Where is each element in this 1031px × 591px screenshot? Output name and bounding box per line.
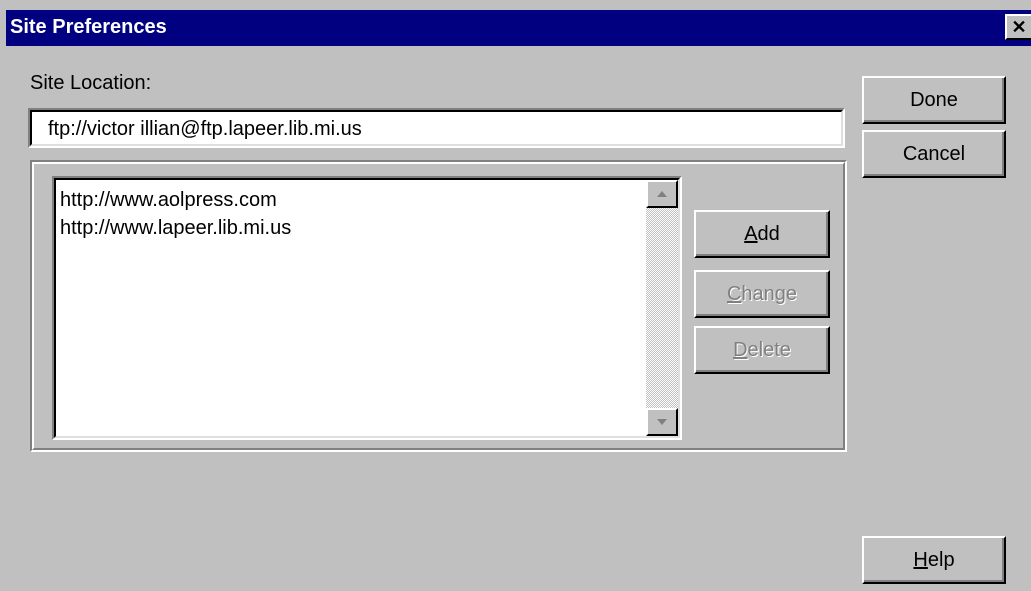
cancel-button[interactable]: Cancel (862, 130, 1006, 178)
delete-button[interactable]: Delete (694, 326, 830, 374)
done-label: Done (910, 88, 958, 111)
add-mnemonic: A (744, 222, 758, 245)
scroll-down-button[interactable] (646, 408, 678, 436)
site-location-input[interactable]: ftp://victor illian@ftp.lapeer.lib.mi.us (28, 108, 845, 148)
list-item[interactable]: http://www.aolpress.com (60, 186, 291, 214)
vertical-scrollbar[interactable] (646, 180, 678, 436)
window-title: Site Preferences (10, 16, 167, 38)
site-location-label: Site Location: (30, 72, 152, 94)
site-listbox[interactable]: http://www.aolpress.com http://www.lapee… (52, 176, 682, 440)
title-bar: Site Preferences ✕ (6, 10, 1031, 46)
site-location-value: ftp://victor illian@ftp.lapeer.lib.mi.us (48, 118, 362, 140)
delete-mnemonic: D (733, 338, 748, 361)
add-button[interactable]: Add (694, 210, 830, 258)
arrow-down-icon (657, 419, 667, 425)
change-label: hange (741, 282, 798, 305)
scroll-up-button[interactable] (646, 180, 678, 208)
list-item[interactable]: http://www.lapeer.lib.mi.us (60, 214, 291, 242)
change-mnemonic: C (726, 282, 742, 305)
done-button[interactable]: Done (862, 76, 1006, 124)
close-icon: ✕ (1011, 16, 1027, 37)
cancel-label: Cancel (902, 142, 966, 165)
add-label: dd (757, 222, 780, 245)
site-preferences-dialog: Site Preferences ✕ Site Location: ftp://… (0, 0, 1031, 591)
help-label: elp (927, 548, 955, 571)
change-button[interactable]: Change (694, 270, 830, 318)
close-button[interactable]: ✕ (1005, 14, 1031, 40)
help-button[interactable]: Help (862, 536, 1006, 584)
arrow-up-icon (657, 191, 667, 197)
help-mnemonic: H (913, 548, 928, 571)
delete-label: elete (747, 338, 791, 361)
